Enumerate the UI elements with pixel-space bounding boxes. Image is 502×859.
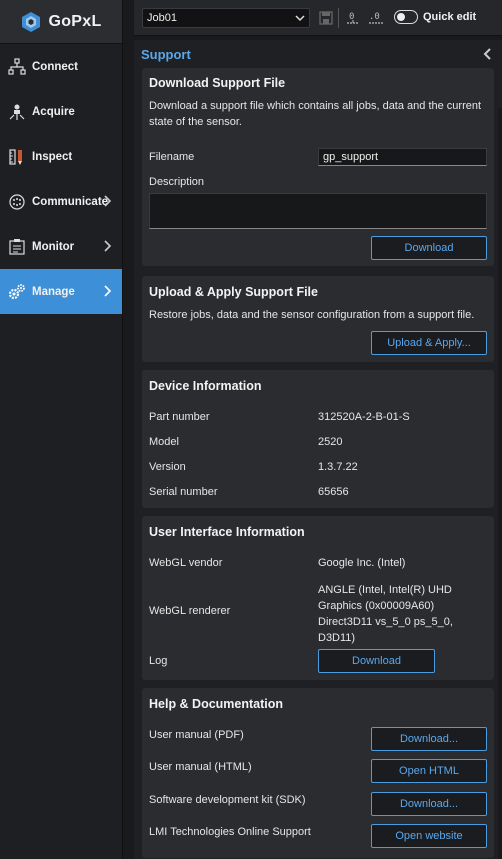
sidebar-item-label: Inspect: [32, 150, 73, 163]
chevron-right-icon: [104, 240, 112, 252]
panel-header: Support: [134, 40, 502, 68]
sidebar-item-label: Monitor: [32, 240, 75, 253]
ui-info-card: User Interface Information WebGL vendor …: [142, 516, 494, 680]
zero-offset-icon[interactable]: 0: [344, 9, 362, 27]
card-title: Download Support File: [149, 76, 286, 90]
card-title: User Interface Information: [149, 525, 305, 539]
upload-support-card: Upload & Apply Support File Restore jobs…: [142, 276, 494, 362]
panel-title: Support: [141, 46, 191, 62]
top-toolbar: Job01 0 .0 Quick edit: [134, 0, 502, 36]
sidebar-item-connect[interactable]: Connect: [0, 44, 122, 89]
toolbar-divider: [338, 8, 339, 28]
download-log-button[interactable]: Download: [318, 649, 435, 673]
download-sdk-button[interactable]: Download...: [371, 792, 487, 816]
gopxl-logo-icon: [22, 11, 41, 32]
chevron-right-icon: [104, 285, 112, 297]
sidebar-item-communicate[interactable]: Communicate: [0, 179, 122, 224]
chevron-down-icon: [295, 15, 305, 22]
download-pdf-button[interactable]: Download...: [371, 727, 487, 751]
sidebar-item-manage[interactable]: Manage: [0, 269, 122, 314]
open-website-button[interactable]: Open website: [371, 824, 487, 848]
part-number-value: 312520A-2-B-01-S: [318, 411, 410, 423]
help-docs-card: Help & Documentation User manual (PDF) D…: [142, 688, 494, 858]
sidebar: GoPxL Connect Acquire Inspect Communicat…: [0, 0, 123, 859]
sidebar-item-label: Acquire: [32, 105, 75, 118]
card-description: Restore jobs, data and the sensor config…: [149, 309, 475, 321]
webgl-vendor-label: WebGL vendor: [149, 557, 223, 569]
download-support-card: Download Support File Download a support…: [142, 68, 494, 266]
brand-name: GoPxL: [48, 12, 102, 30]
collapse-panel-icon[interactable]: [482, 47, 492, 61]
description-label: Description: [149, 176, 205, 188]
part-number-label: Part number: [149, 411, 210, 423]
quick-edit-toggle[interactable]: [394, 10, 418, 24]
card-title: Upload & Apply Support File: [149, 285, 318, 299]
device-info-card: Device Information Part number 312520A-2…: [142, 370, 494, 508]
user-manual-html-label: User manual (HTML): [149, 761, 252, 773]
svg-text:.0: .0: [369, 12, 380, 22]
description-textarea[interactable]: [149, 193, 487, 229]
version-label: Version: [149, 461, 186, 473]
log-label: Log: [149, 655, 168, 667]
filename-input[interactable]: gp_support: [318, 148, 487, 166]
model-value: 2520: [318, 436, 343, 448]
online-support-label: LMI Technologies Online Support: [149, 826, 311, 838]
network-icon: [8, 57, 26, 75]
webgl-renderer-value: ANGLE (Intel, Intel(R) UHD Graphics (0x0…: [318, 584, 453, 644]
card-title: Help & Documentation: [149, 697, 284, 711]
svg-text:0: 0: [349, 12, 354, 22]
communicate-icon: [9, 193, 25, 210]
save-icon[interactable]: [317, 9, 335, 27]
sidebar-item-inspect[interactable]: Inspect: [0, 134, 122, 179]
sdk-label: Software development kit (SDK): [149, 794, 306, 806]
user-manual-pdf-label: User manual (PDF): [149, 729, 244, 741]
serial-number-label: Serial number: [149, 486, 218, 498]
chevron-right-icon: [104, 195, 112, 207]
job-select-value: Job01: [147, 12, 177, 24]
acquire-icon: [9, 104, 25, 120]
job-select[interactable]: Job01: [142, 8, 310, 28]
download-support-button[interactable]: Download: [371, 236, 487, 260]
webgl-vendor-value: Google Inc. (Intel): [318, 557, 406, 569]
version-value: 1.3.7.22: [318, 461, 358, 473]
support-panel: Support Download Support File Download a…: [134, 40, 502, 859]
card-title: Device Information: [149, 379, 262, 393]
sidebar-item-label: Connect: [32, 60, 78, 73]
monitor-icon: [9, 238, 25, 255]
webgl-renderer-label: WebGL renderer: [149, 605, 231, 617]
quick-edit-label: Quick edit: [423, 11, 477, 23]
open-html-button[interactable]: Open HTML: [371, 759, 487, 783]
upload-apply-button[interactable]: Upload & Apply...: [371, 331, 487, 355]
sidebar-item-label: Manage: [32, 285, 75, 298]
sidebar-item-acquire[interactable]: Acquire: [0, 89, 122, 134]
sidebar-item-label: Communicate: [32, 195, 109, 208]
filename-label: Filename: [149, 151, 195, 163]
app-logo: GoPxL: [0, 0, 122, 44]
model-label: Model: [149, 436, 179, 448]
scrollbar[interactable]: [498, 108, 502, 859]
sidebar-item-monitor[interactable]: Monitor: [0, 224, 122, 269]
zero-clear-icon[interactable]: .0: [367, 9, 385, 27]
card-description: Download a support file which contains a…: [149, 100, 482, 128]
inspect-icon: [9, 148, 22, 165]
gears-icon: [8, 283, 25, 299]
serial-number-value: 65656: [318, 486, 349, 498]
